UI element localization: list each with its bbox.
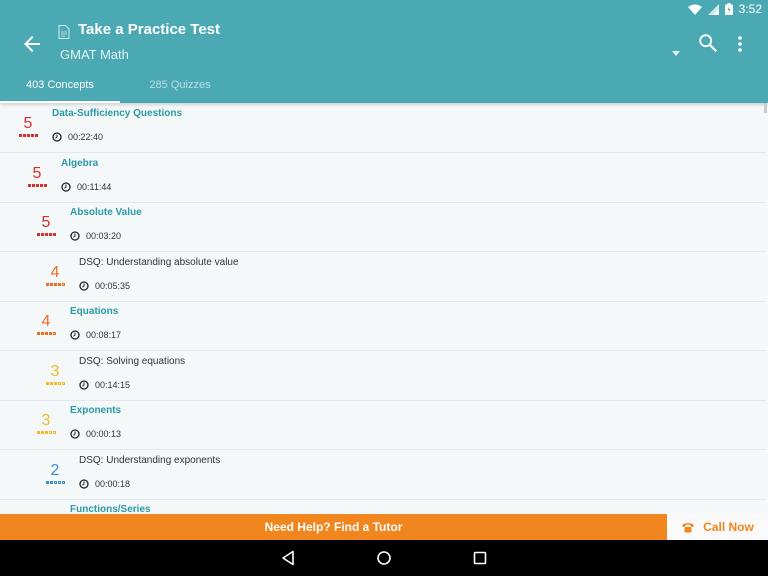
status-icons: 3:52 [687, 2, 762, 16]
difficulty-rating: 3 [42, 364, 68, 385]
list-item[interactable]: 3 DSQ: Solving equations 00:14:15 [0, 351, 766, 401]
duration: 00:22:40 [52, 132, 103, 142]
list-item-title: Algebra [61, 158, 99, 169]
difficulty-number: 2 [50, 462, 60, 479]
duration-text: 00:00:18 [95, 479, 131, 489]
duration-text: 00:03:20 [86, 231, 122, 241]
difficulty-bars [33, 332, 59, 335]
more-vert-icon[interactable] [730, 33, 750, 55]
dropdown-caret-icon[interactable] [672, 51, 680, 56]
difficulty-number: 3 [41, 412, 51, 429]
list-item-title: DSQ: Solving equations [79, 356, 186, 367]
duration: 00:00:18 [79, 479, 130, 489]
difficulty-bars [33, 431, 59, 434]
list-item-title: DSQ: Understanding absolute value [79, 257, 239, 268]
back-arrow-icon[interactable] [20, 32, 44, 56]
difficulty-rating: 4 [33, 314, 59, 335]
difficulty-number: 5 [23, 115, 33, 132]
list-item[interactable]: 5 Algebra 00:11:44 [0, 153, 766, 203]
phone-icon [682, 522, 695, 532]
list-item-title: Data-Sufficiency Questions [52, 108, 183, 119]
list-item[interactable]: 5 Data-Sufficiency Questions 00:22:40 [0, 103, 766, 153]
clock-icon [79, 380, 89, 390]
duration: 00:14:15 [79, 380, 130, 390]
duration: 00:05:35 [79, 281, 130, 291]
clock-icon [61, 182, 71, 192]
app-bar: Take a Practice Test GMAT Math [0, 20, 768, 68]
nav-back-icon[interactable] [280, 550, 296, 566]
difficulty-number: 5 [41, 214, 51, 231]
duration-text: 00:11:44 [77, 182, 112, 192]
page-title: Take a Practice Test [78, 21, 221, 38]
difficulty-bars [33, 233, 59, 236]
difficulty-rating: 4 [42, 265, 68, 286]
difficulty-rating: 5 [15, 116, 41, 137]
call-now-button[interactable]: Call Now [667, 514, 768, 540]
difficulty-rating: 2 [42, 463, 68, 484]
difficulty-bars [42, 481, 68, 484]
difficulty-bars [24, 184, 50, 187]
status-time: 3:52 [738, 2, 762, 16]
list-item[interactable]: 3 Exponents 00:00:13 [0, 400, 766, 450]
list-item[interactable]: 4 DSQ: Understanding absolute value 00:05:… [0, 252, 766, 302]
list-item[interactable]: 4 Equations 00:08:17 [0, 301, 766, 351]
clock-icon [70, 429, 80, 439]
duration-text: 00:14:15 [95, 380, 131, 390]
duration: 00:08:17 [70, 330, 121, 340]
difficulty-number: 5 [32, 165, 42, 182]
call-now-label: Call Now [703, 520, 754, 534]
nav-recents-icon[interactable] [472, 550, 488, 566]
list-item-title: Equations [70, 306, 119, 317]
difficulty-number: 3 [50, 363, 60, 380]
signal-icon [707, 3, 719, 15]
wifi-icon [687, 4, 702, 15]
list-item[interactable]: 2 DSQ: Understanding exponents 00:00:18 [0, 450, 766, 500]
search-icon[interactable] [697, 32, 719, 54]
duration: 00:03:20 [70, 231, 121, 241]
list-item-title: Absolute Value [70, 207, 142, 218]
duration: 00:11:44 [61, 182, 111, 192]
tab-concepts[interactable]: 403 Concepts [0, 68, 120, 103]
clock-icon [52, 132, 62, 142]
difficulty-bars [42, 283, 68, 286]
clock-icon [79, 281, 89, 291]
concept-list: 5 Data-Sufficiency Questions 00:22:40 5 Alge… [0, 103, 768, 514]
difficulty-rating: 3 [33, 413, 59, 434]
difficulty-rating: 5 [33, 215, 59, 236]
list-item[interactable]: Functions/Series [0, 499, 766, 514]
list-scrollbar[interactable] [764, 103, 767, 113]
find-tutor-button[interactable]: Need Help? Find a Tutor [0, 514, 667, 540]
difficulty-bars [15, 134, 41, 137]
duration: 00:00:13 [70, 429, 121, 439]
tab-quizzes[interactable]: 285 Quizzes [120, 68, 240, 103]
difficulty-bars [42, 382, 68, 385]
status-bar: 3:52 [0, 0, 768, 20]
clock-icon [70, 330, 80, 340]
clock-icon [79, 479, 89, 489]
duration-text: 00:00:13 [86, 429, 122, 439]
duration-text: 00:22:40 [68, 132, 104, 142]
system-nav-bar [0, 540, 768, 576]
document-icon [58, 25, 70, 39]
list-item[interactable]: 5 Absolute Value 00:03:20 [0, 202, 766, 252]
list-item-title: Exponents [70, 405, 122, 416]
bottom-action-bar: Need Help? Find a Tutor Call Now [0, 514, 768, 540]
difficulty-number: 4 [50, 264, 60, 281]
difficulty-rating: 5 [24, 166, 50, 187]
battery-icon [724, 3, 733, 15]
list-item-title: DSQ: Understanding exponents [79, 455, 221, 466]
nav-home-icon[interactable] [376, 550, 392, 566]
clock-icon [70, 231, 80, 241]
list-item-title: Functions/Series [70, 504, 151, 514]
duration-text: 00:08:17 [86, 330, 122, 340]
tab-bar: 403 Concepts 285 Quizzes [0, 68, 768, 103]
difficulty-number: 4 [41, 313, 51, 330]
duration-text: 00:05:35 [95, 281, 131, 291]
subject-selector[interactable]: GMAT Math [60, 47, 129, 62]
